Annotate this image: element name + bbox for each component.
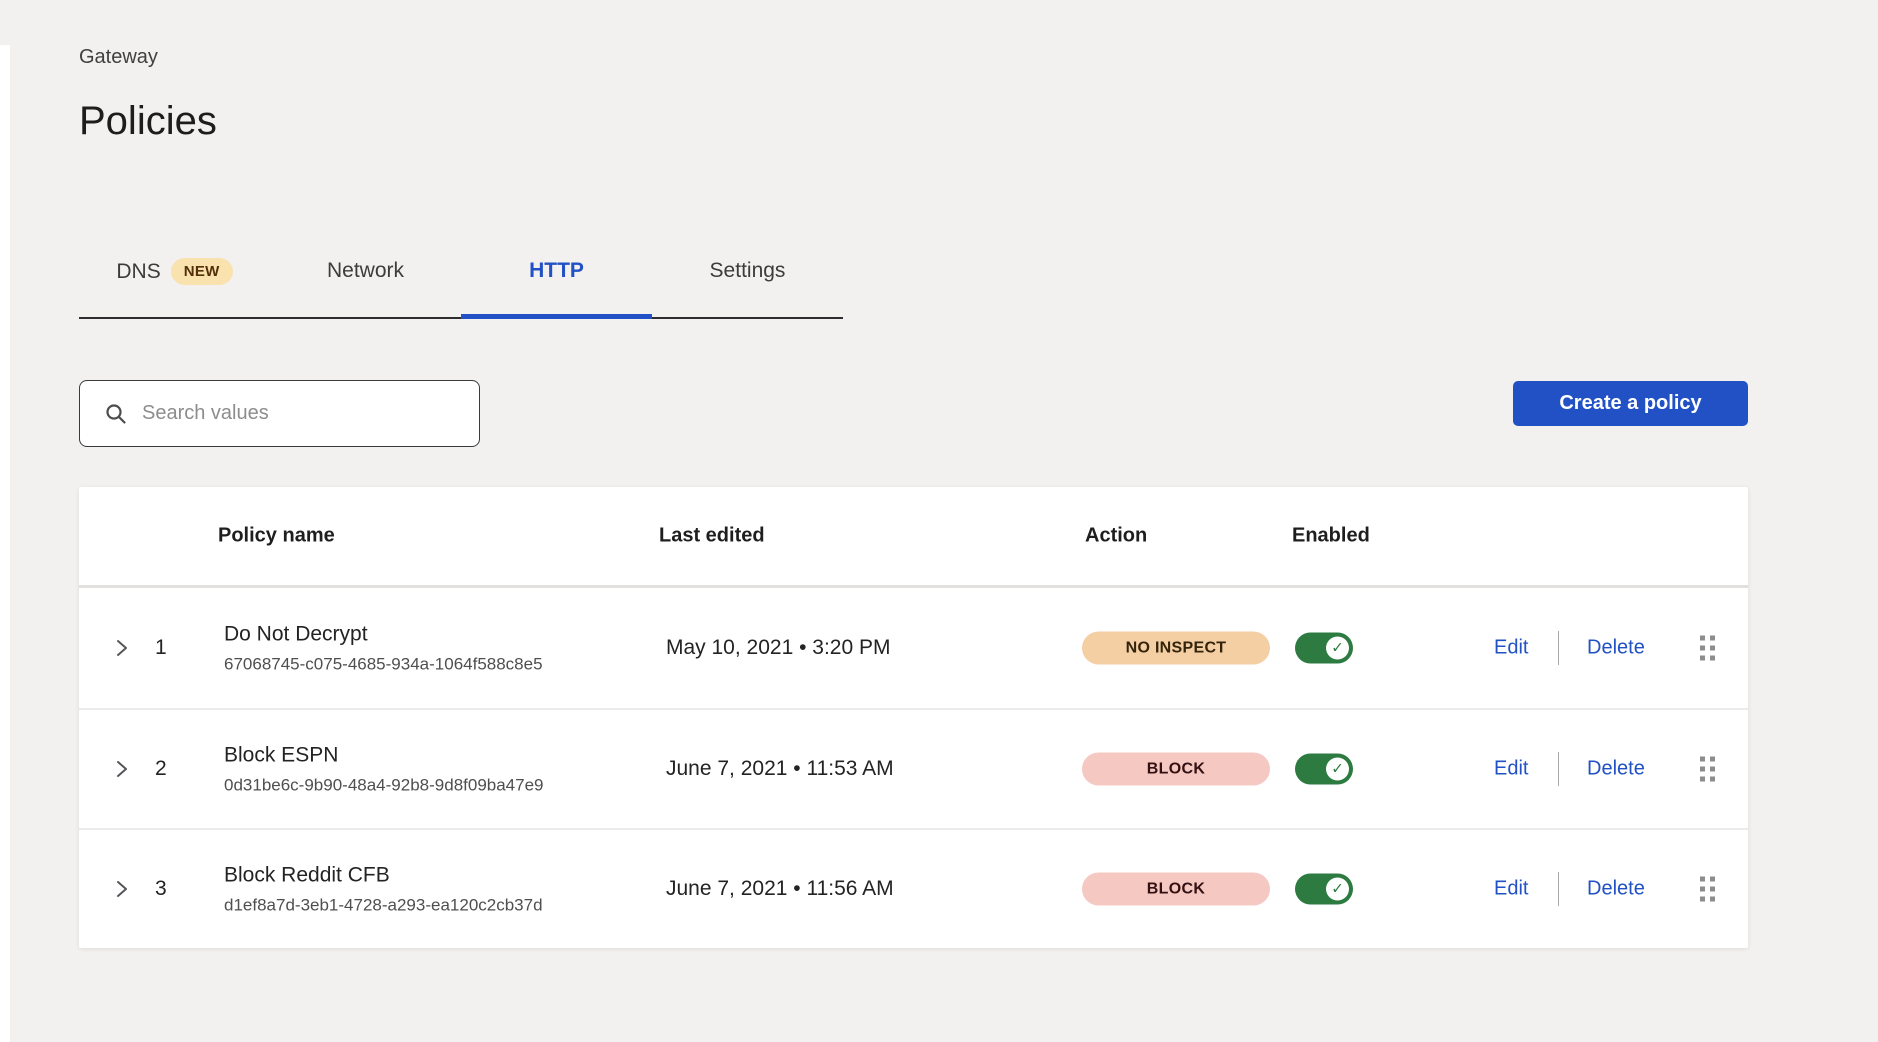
- row-priority: 3: [155, 877, 167, 901]
- active-tab-indicator: [461, 314, 652, 319]
- row-priority: 1: [155, 636, 167, 660]
- tab-http-label: HTTP: [529, 259, 584, 282]
- policy-name-cell: Block Reddit CFB d1ef8a7d-3eb1-4728-a293…: [224, 863, 543, 916]
- column-header-action: Action: [1085, 525, 1147, 548]
- chevron-right-icon: [115, 636, 129, 660]
- policy-name-cell: Block ESPN 0d31be6c-9b90-48a4-92b8-9d8f0…: [224, 743, 544, 796]
- search-box[interactable]: [79, 380, 480, 447]
- delete-link[interactable]: Delete: [1587, 878, 1645, 901]
- page-title: Policies: [79, 97, 1748, 145]
- expand-row-button[interactable]: [115, 636, 129, 660]
- enabled-toggle[interactable]: ✓: [1295, 874, 1353, 905]
- table-row: 3 Block Reddit CFB d1ef8a7d-3eb1-4728-a2…: [79, 828, 1748, 948]
- action-divider: [1558, 872, 1559, 906]
- policy-name: Block ESPN: [224, 743, 544, 769]
- chevron-right-icon: [115, 757, 129, 781]
- enabled-toggle[interactable]: ✓: [1295, 633, 1353, 664]
- tab-http[interactable]: HTTP: [461, 258, 652, 317]
- search-input[interactable]: [142, 402, 461, 425]
- edit-link[interactable]: Edit: [1494, 758, 1528, 781]
- drag-handle-icon[interactable]: [1700, 757, 1715, 782]
- column-header-enabled: Enabled: [1292, 525, 1370, 548]
- tab-settings-label: Settings: [710, 259, 786, 282]
- main-content: Gateway Policies DNS NEW Network HTTP Se…: [79, 45, 1748, 948]
- policy-uuid: d1ef8a7d-3eb1-4728-a293-ea120c2cb37d: [224, 895, 543, 916]
- policy-uuid: 67068745-c075-4685-934a-1064f588c8e5: [224, 654, 543, 675]
- table-row: 2 Block ESPN 0d31be6c-9b90-48a4-92b8-9d8…: [79, 708, 1748, 828]
- drag-handle-icon[interactable]: [1700, 877, 1715, 902]
- delete-link[interactable]: Delete: [1587, 758, 1645, 781]
- policies-table: Policy name Last edited Action Enabled 1…: [79, 487, 1748, 948]
- toolbar: Create a policy: [79, 380, 1748, 447]
- chevron-right-icon: [115, 877, 129, 901]
- tab-dns[interactable]: DNS NEW: [79, 258, 270, 317]
- delete-link[interactable]: Delete: [1587, 637, 1645, 660]
- tab-dns-label: DNS: [116, 259, 160, 285]
- edit-link[interactable]: Edit: [1494, 878, 1528, 901]
- tab-bar: DNS NEW Network HTTP Settings: [79, 258, 843, 319]
- tab-network[interactable]: Network: [270, 258, 461, 317]
- policy-name: Block Reddit CFB: [224, 863, 543, 889]
- left-edge-strip: [0, 45, 10, 1042]
- enabled-toggle[interactable]: ✓: [1295, 754, 1353, 785]
- action-divider: [1558, 752, 1559, 786]
- row-priority: 2: [155, 757, 167, 781]
- create-policy-button[interactable]: Create a policy: [1513, 381, 1748, 426]
- table-row: 1 Do Not Decrypt 67068745-c075-4685-934a…: [79, 588, 1748, 708]
- search-icon: [104, 402, 128, 426]
- action-divider: [1558, 631, 1559, 665]
- expand-row-button[interactable]: [115, 877, 129, 901]
- action-badge: BLOCK: [1082, 753, 1270, 786]
- toggle-check-icon: ✓: [1326, 878, 1349, 901]
- tab-network-label: Network: [327, 259, 404, 282]
- toggle-check-icon: ✓: [1326, 758, 1349, 781]
- toggle-check-icon: ✓: [1326, 637, 1349, 660]
- column-header-last-edited: Last edited: [659, 525, 765, 548]
- last-edited-cell: May 10, 2021 • 3:20 PM: [666, 636, 890, 660]
- edit-link[interactable]: Edit: [1494, 637, 1528, 660]
- policy-uuid: 0d31be6c-9b90-48a4-92b8-9d8f09ba47e9: [224, 775, 544, 796]
- last-edited-cell: June 7, 2021 • 11:56 AM: [666, 877, 894, 901]
- column-header-policy-name: Policy name: [218, 525, 335, 548]
- tab-settings[interactable]: Settings: [652, 258, 843, 317]
- policy-name-cell: Do Not Decrypt 67068745-c075-4685-934a-1…: [224, 622, 543, 675]
- table-header-row: Policy name Last edited Action Enabled: [79, 487, 1748, 588]
- action-badge: BLOCK: [1082, 873, 1270, 906]
- action-badge: NO INSPECT: [1082, 632, 1270, 665]
- policy-name: Do Not Decrypt: [224, 622, 543, 648]
- last-edited-cell: June 7, 2021 • 11:53 AM: [666, 757, 894, 781]
- breadcrumb: Gateway: [79, 45, 1748, 69]
- drag-handle-icon[interactable]: [1700, 636, 1715, 661]
- expand-row-button[interactable]: [115, 757, 129, 781]
- new-badge: NEW: [171, 258, 233, 285]
